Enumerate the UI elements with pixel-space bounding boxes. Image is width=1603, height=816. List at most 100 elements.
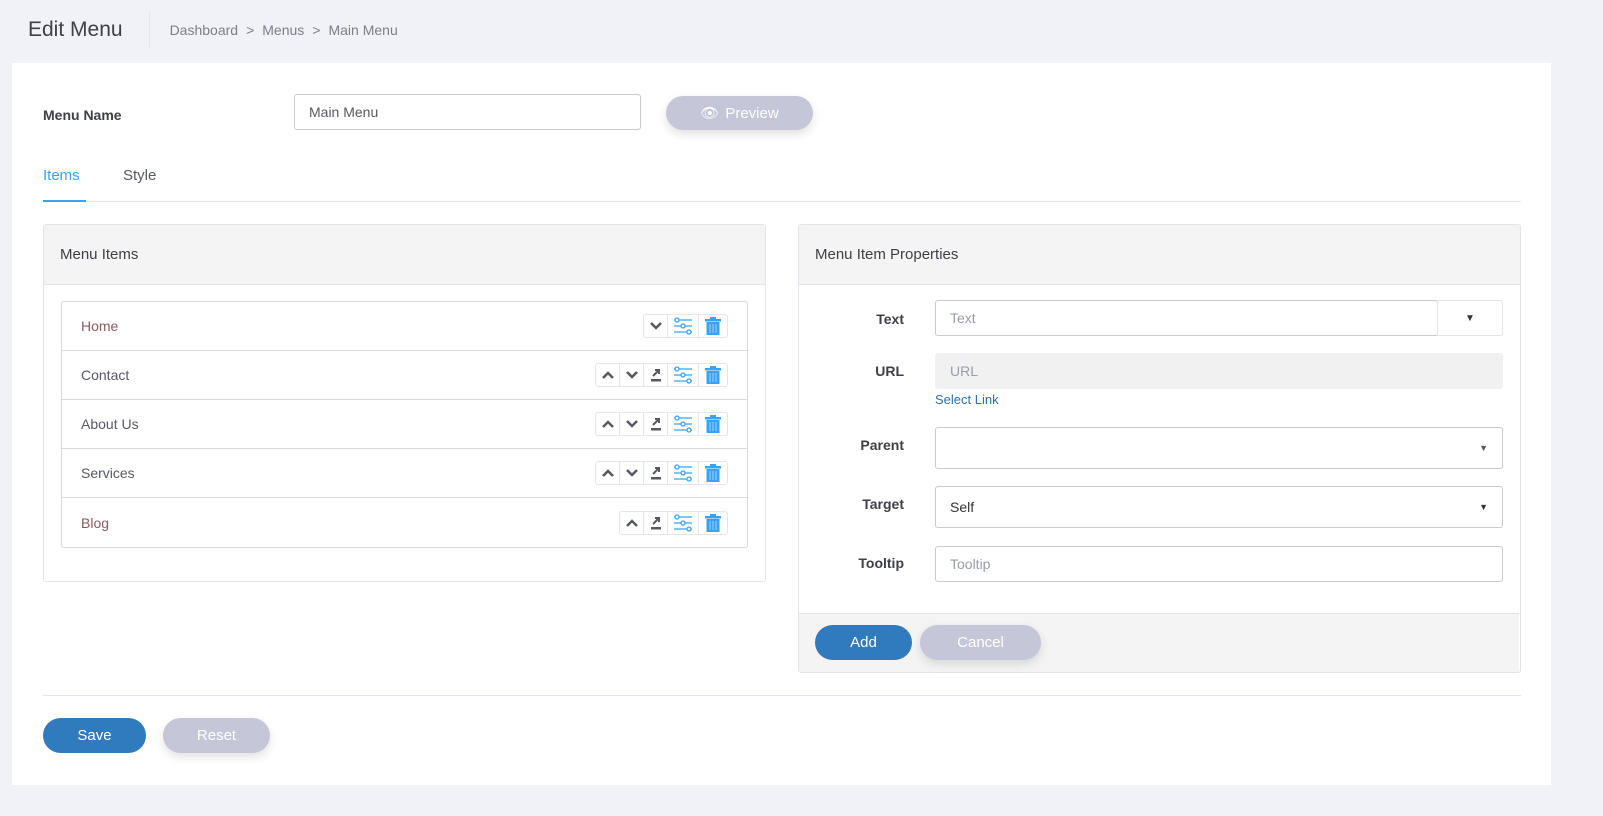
- sliders-icon: [673, 464, 693, 482]
- tooltip-label: Tooltip: [858, 555, 904, 571]
- menu-items-list: Home Contact About Us Services Blog: [61, 301, 748, 548]
- target-label: Target: [862, 496, 904, 512]
- menu-item-row[interactable]: Services: [62, 449, 747, 498]
- menu-name-input[interactable]: Main Menu: [294, 94, 641, 130]
- chevron-down-icon: [625, 420, 638, 428]
- tab-style[interactable]: Style: [123, 167, 156, 202]
- target-value: Self: [950, 499, 975, 515]
- delete-button[interactable]: [699, 512, 727, 534]
- menu-item-actions: [595, 461, 728, 485]
- delete-button[interactable]: [699, 315, 727, 337]
- menu-item-label: Services: [81, 465, 135, 481]
- trash-icon: [705, 317, 721, 335]
- text-input[interactable]: Text: [935, 300, 1438, 336]
- tooltip-input[interactable]: Tooltip: [935, 546, 1503, 582]
- trash-icon: [705, 464, 721, 482]
- indent-arrow-icon: [650, 368, 662, 382]
- menu-item-actions: [643, 314, 728, 338]
- tabs: Items Style: [43, 167, 1521, 202]
- divider: [43, 695, 1521, 696]
- save-button[interactable]: Save: [43, 718, 146, 753]
- preview-button[interactable]: 👁 Preview: [666, 96, 813, 130]
- properties-footer: Add Cancel: [799, 613, 1519, 672]
- chevron-down-icon: [625, 371, 638, 379]
- chevron-up-icon: [601, 420, 614, 428]
- breadcrumb-menus[interactable]: Menus: [262, 22, 304, 38]
- chevron-up-icon: [601, 469, 614, 477]
- chevron-up-icon: [601, 371, 614, 379]
- menu-item-row[interactable]: Blog: [62, 498, 747, 547]
- settings-button[interactable]: [668, 511, 699, 534]
- menu-items-title: Menu Items: [44, 225, 765, 285]
- select-link[interactable]: Select Link: [935, 392, 999, 407]
- parent-label: Parent: [860, 437, 904, 453]
- target-select[interactable]: Self ▼: [935, 486, 1503, 528]
- indent-button[interactable]: [644, 413, 668, 435]
- menu-item-row[interactable]: Home: [62, 302, 747, 351]
- url-input[interactable]: URL: [935, 353, 1503, 389]
- move-up-button[interactable]: [620, 511, 644, 534]
- move-up-button[interactable]: [596, 413, 620, 435]
- delete-button[interactable]: [699, 413, 727, 435]
- indent-button[interactable]: [644, 511, 668, 534]
- menu-item-actions: [595, 363, 728, 387]
- caret-down-icon: ▼: [1465, 312, 1475, 324]
- menu-item-label: About Us: [81, 416, 139, 432]
- chevron-down-icon: [649, 322, 662, 330]
- move-down-button[interactable]: [620, 413, 644, 435]
- move-down-button[interactable]: [644, 315, 668, 337]
- menu-name-label: Menu Name: [43, 107, 122, 123]
- trash-icon: [705, 366, 721, 384]
- move-down-button[interactable]: [620, 364, 644, 386]
- menu-items-panel: Menu Items Home Contact About Us Services Bl…: [43, 224, 766, 582]
- trash-icon: [705, 513, 721, 532]
- move-up-button[interactable]: [596, 364, 620, 386]
- breadcrumb: Dashboard > Menus > Main Menu: [170, 22, 398, 38]
- settings-button[interactable]: [668, 364, 699, 386]
- menu-item-label: Blog: [81, 514, 110, 531]
- menu-item-label: Contact: [81, 367, 130, 383]
- text-dropdown-button[interactable]: ▼: [1437, 300, 1503, 336]
- properties-title: Menu Item Properties: [799, 225, 1520, 285]
- url-label: URL: [875, 363, 904, 379]
- menu-item-label: Home: [81, 318, 119, 334]
- preview-label: Preview: [725, 104, 779, 122]
- text-label: Text: [876, 311, 904, 327]
- menu-item-properties-panel: Menu Item Properties Text Text ▼ URL URL…: [798, 224, 1521, 673]
- indent-button[interactable]: [644, 364, 668, 386]
- sliders-icon: [673, 366, 693, 384]
- breadcrumb-main-menu: Main Menu: [328, 22, 398, 38]
- parent-select[interactable]: ▼: [935, 427, 1503, 469]
- edit-menu-card: Menu Name Main Menu 👁 Preview Items Style…: [12, 63, 1551, 785]
- caret-down-icon: ▼: [1479, 502, 1488, 512]
- trash-icon: [705, 415, 721, 433]
- menu-item-row[interactable]: About Us: [62, 400, 747, 449]
- delete-button[interactable]: [699, 364, 727, 386]
- settings-button[interactable]: [668, 413, 699, 435]
- delete-button[interactable]: [699, 462, 727, 484]
- move-up-button[interactable]: [596, 462, 620, 484]
- page-header: Edit Menu Dashboard > Menus > Main Menu: [28, 11, 398, 49]
- breadcrumb-separator: >: [246, 22, 255, 38]
- caret-down-icon: ▼: [1479, 443, 1488, 453]
- cancel-button[interactable]: Cancel: [920, 625, 1041, 660]
- settings-button[interactable]: [668, 462, 699, 484]
- breadcrumb-separator: >: [312, 22, 321, 38]
- tab-items[interactable]: Items: [43, 167, 86, 202]
- indent-button[interactable]: [644, 462, 668, 484]
- breadcrumb-dashboard[interactable]: Dashboard: [170, 22, 239, 38]
- indent-arrow-icon: [650, 417, 662, 431]
- menu-item-row[interactable]: Contact: [62, 351, 747, 400]
- indent-arrow-icon: [650, 516, 662, 530]
- eye-icon: 👁: [700, 105, 720, 122]
- menu-item-actions: [619, 510, 728, 535]
- move-down-button[interactable]: [620, 462, 644, 484]
- reset-button[interactable]: Reset: [163, 718, 270, 753]
- indent-arrow-icon: [650, 466, 662, 480]
- add-button[interactable]: Add: [815, 625, 912, 660]
- chevron-down-icon: [625, 469, 638, 477]
- chevron-up-icon: [625, 518, 638, 527]
- settings-button[interactable]: [668, 315, 699, 337]
- menu-item-actions: [595, 412, 728, 436]
- sliders-icon: [673, 317, 693, 335]
